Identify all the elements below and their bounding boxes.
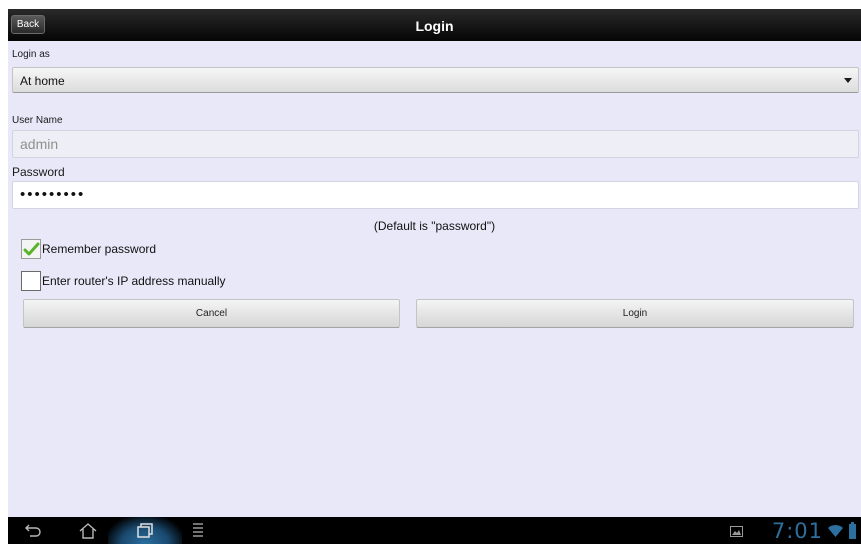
- recent-apps-icon[interactable]: [136, 522, 154, 539]
- password-label: Password: [12, 165, 65, 179]
- battery-icon: [849, 522, 856, 539]
- home-icon[interactable]: [78, 522, 98, 540]
- menu-icon[interactable]: [192, 522, 204, 539]
- remember-password-checkbox[interactable]: [21, 239, 41, 259]
- status-clock: 7:01: [771, 519, 823, 543]
- username-label: User Name: [12, 115, 63, 126]
- title-bar: Back Login: [8, 9, 861, 41]
- wifi-icon: [828, 525, 843, 537]
- manual-ip-label: Enter router's IP address manually: [42, 274, 226, 288]
- password-field[interactable]: •••••••••: [12, 181, 859, 209]
- password-hint: (Default is "password"): [373, 219, 496, 233]
- cancel-button[interactable]: Cancel: [23, 299, 400, 328]
- login-button[interactable]: Login: [416, 299, 854, 328]
- username-field[interactable]: admin: [12, 130, 859, 158]
- login-as-value: At home: [20, 74, 65, 88]
- checkmark-icon: [23, 242, 40, 256]
- gallery-icon: [730, 526, 743, 537]
- app-window: Back Login Login as At home User Name ad…: [8, 9, 861, 517]
- login-as-select[interactable]: At home: [12, 67, 859, 93]
- manual-ip-checkbox[interactable]: [21, 271, 41, 291]
- system-navigation-bar: 7:01: [8, 517, 861, 544]
- login-as-label: Login as: [12, 49, 50, 60]
- dropdown-arrow-icon: [844, 78, 852, 83]
- remember-password-label: Remember password: [42, 242, 157, 256]
- page-title: Login: [415, 18, 454, 34]
- back-arrow-icon[interactable]: [24, 522, 42, 538]
